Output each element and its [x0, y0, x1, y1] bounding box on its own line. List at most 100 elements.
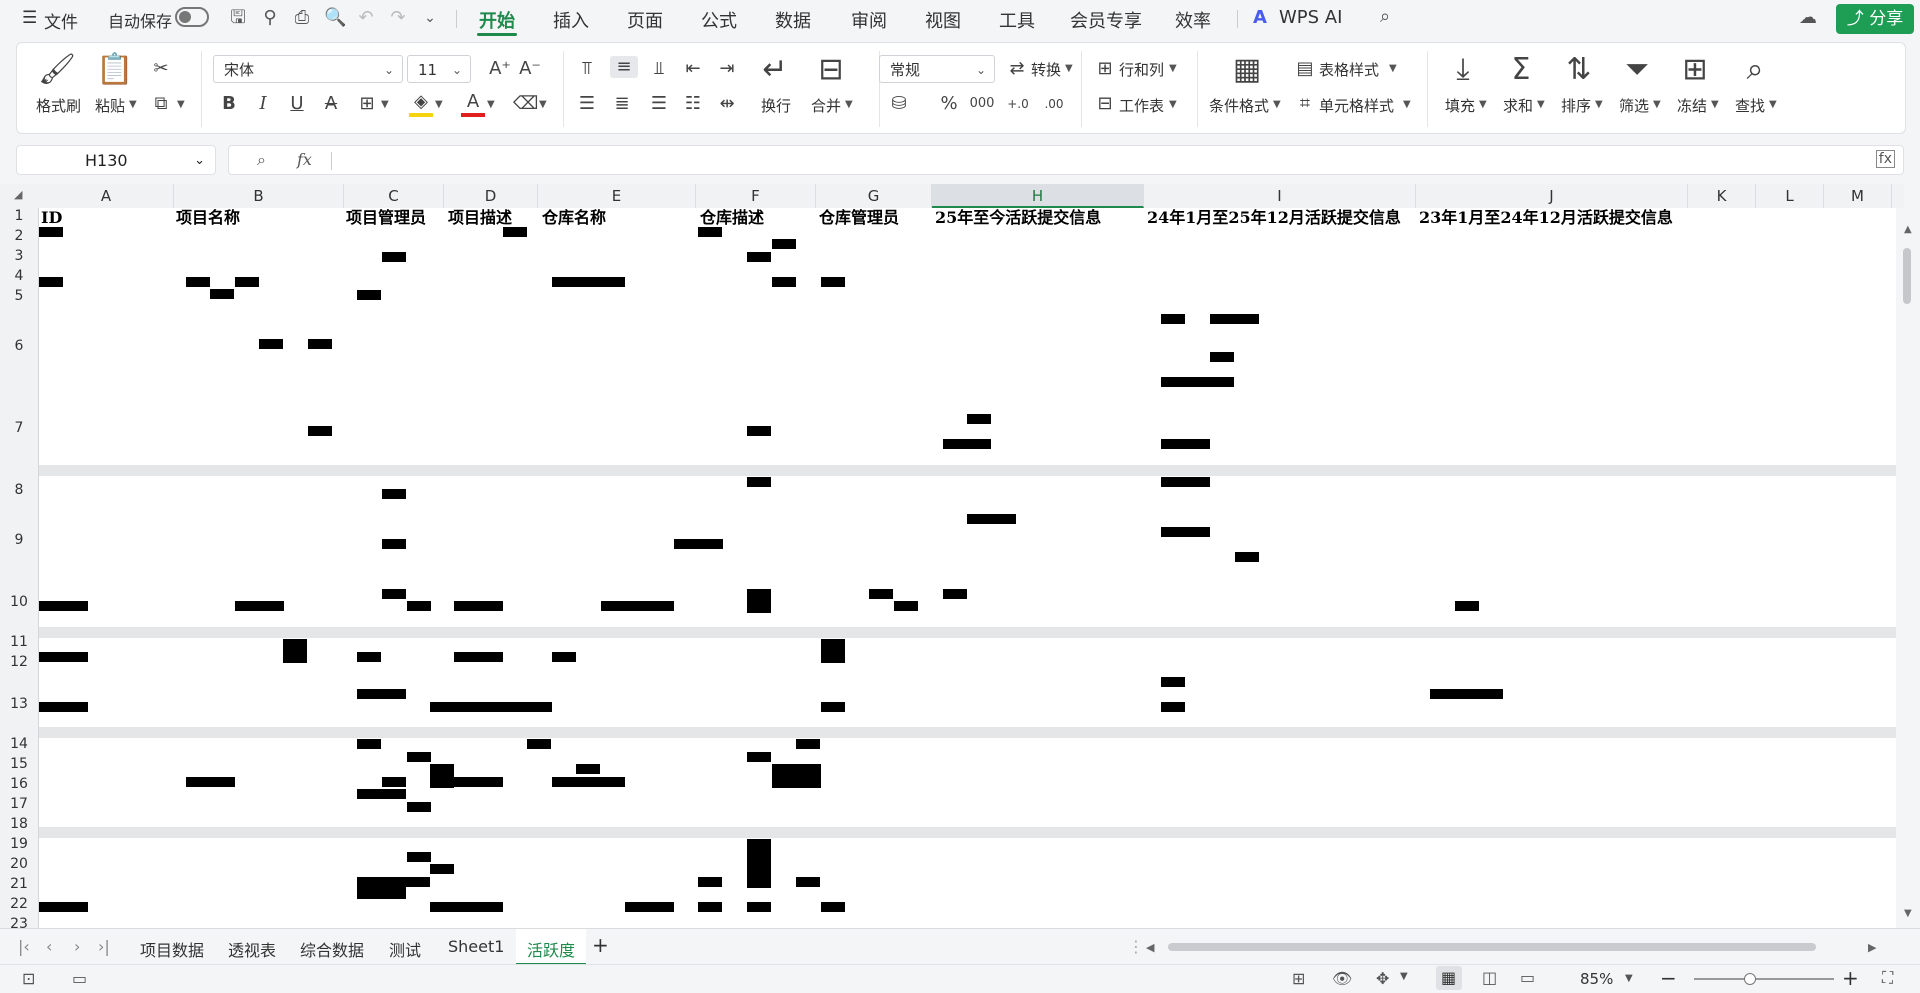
column-header-j[interactable]: J — [1416, 184, 1688, 208]
chevron-down-icon[interactable]: ▼ — [1711, 99, 1719, 110]
chevron-down-icon[interactable]: ▼ — [381, 99, 389, 110]
format-painter-label[interactable]: 格式刷 — [36, 95, 81, 116]
tab-review[interactable]: 审阅 — [851, 7, 887, 33]
conditional-format-icon[interactable]: ▦ — [1225, 53, 1269, 87]
row-header-7[interactable]: 7 — [0, 420, 38, 436]
page-layout-view-icon[interactable]: ▭ — [1520, 968, 1535, 987]
filter-button[interactable]: 筛选 — [1619, 95, 1649, 116]
row-header-18[interactable]: 18 — [0, 816, 38, 832]
column-header-g[interactable]: G — [816, 184, 932, 208]
zoom-slider-thumb[interactable] — [1744, 973, 1756, 985]
share-link-icon[interactable]: ⚲ — [260, 8, 280, 28]
align-bottom-icon[interactable]: ⫫ — [647, 58, 671, 80]
row-header-9[interactable]: 9 — [0, 532, 38, 548]
hamburger-icon[interactable]: ☰ — [22, 8, 37, 28]
chevron-down-icon[interactable]: ▼ — [1537, 99, 1545, 110]
scroll-left-icon[interactable]: ◀ — [1146, 941, 1154, 954]
tab-page[interactable]: 页面 — [627, 7, 663, 33]
sheet-tab-test[interactable]: 测试 — [389, 937, 421, 961]
sum-button[interactable]: 求和 — [1503, 95, 1533, 116]
column-header-k[interactable]: K — [1688, 184, 1756, 208]
last-sheet-icon[interactable]: ›| — [98, 937, 110, 956]
redo-icon[interactable]: ↷ — [388, 8, 408, 28]
font-color-icon[interactable]: A — [461, 91, 485, 117]
wrap-text-button[interactable]: 换行 — [761, 95, 791, 116]
prev-sheet-icon[interactable]: ‹ — [46, 937, 52, 956]
row-header-2[interactable]: 2 — [0, 228, 38, 244]
scroll-right-icon[interactable]: ▶ — [1868, 941, 1876, 954]
formula-bar[interactable]: ⌕ fx fx — [228, 145, 1904, 175]
worksheet-icon[interactable]: ⊟ — [1093, 93, 1117, 115]
chevron-down-icon[interactable]: ▼ — [1595, 99, 1603, 110]
fill-color-icon[interactable]: ◈ — [409, 91, 433, 117]
zoom-level[interactable]: 85% — [1580, 970, 1613, 988]
sum-icon[interactable]: Σ — [1499, 53, 1543, 87]
sort-icon[interactable]: ⇅ — [1557, 53, 1601, 87]
row-header-23[interactable]: 23 — [0, 916, 38, 928]
tab-efficiency[interactable]: 效率 — [1175, 7, 1211, 33]
chevron-down-icon[interactable]: ▼ — [1273, 99, 1281, 110]
column-header-e[interactable]: E — [538, 184, 696, 208]
currency-icon[interactable]: ⛁ — [887, 93, 911, 115]
undo-icon[interactable]: ↶ — [356, 8, 376, 28]
border-icon[interactable]: ⊞ — [355, 93, 379, 115]
chevron-down-icon[interactable]: ▼ — [1389, 63, 1397, 74]
row-header-13[interactable]: 13 — [0, 696, 38, 712]
align-center-icon[interactable]: ≣ — [610, 93, 634, 115]
horizontal-scroll-thumb[interactable] — [1168, 943, 1816, 951]
sheet-tab-project-data[interactable]: 项目数据 — [140, 937, 204, 961]
row-header-4[interactable]: 4 — [0, 268, 38, 284]
tab-member[interactable]: 会员专享 — [1070, 7, 1142, 33]
freeze-icon[interactable]: ⊞ — [1673, 53, 1717, 87]
row-header-5[interactable]: 5 — [0, 288, 38, 304]
increase-font-icon[interactable]: A⁺ — [487, 58, 513, 80]
justify-icon[interactable]: ☷ — [681, 93, 705, 115]
cell-style-button[interactable]: 单元格样式 — [1319, 95, 1394, 116]
align-right-icon[interactable]: ☰ — [647, 93, 671, 115]
scroll-down-icon[interactable]: ▼ — [1904, 908, 1912, 919]
table-style-icon[interactable]: ▤ — [1293, 58, 1317, 80]
column-header-m[interactable]: M — [1824, 184, 1892, 208]
row-header-21[interactable]: 21 — [0, 876, 38, 892]
cell-mode-icon[interactable]: ▭ — [72, 969, 87, 988]
column-header-l[interactable]: L — [1756, 184, 1824, 208]
sheet-tab-sheet1[interactable]: Sheet1 — [448, 937, 504, 956]
sheet-tab-combined[interactable]: 综合数据 — [300, 937, 364, 961]
fx-icon[interactable]: fx — [297, 150, 312, 169]
increase-decimal-icon[interactable]: +.0 — [1003, 93, 1033, 115]
file-menu[interactable]: 文件 — [44, 8, 78, 33]
tab-tools[interactable]: 工具 — [999, 7, 1035, 33]
header-cell-repo-admin[interactable]: 仓库管理员 — [819, 208, 899, 228]
expand-formula-icon[interactable]: fx — [1875, 150, 1895, 168]
increase-indent-icon[interactable]: ⇥ — [715, 58, 739, 80]
chevron-down-icon[interactable]: ▼ — [129, 99, 137, 110]
autosave-toggle[interactable] — [175, 7, 209, 27]
vertical-scrollbar[interactable]: ▲ ▼ — [1896, 208, 1920, 928]
header-cell-active-24-25[interactable]: 24年1月至25年12月活跃提交信息 — [1147, 208, 1401, 228]
freeze-button[interactable]: 冻结 — [1677, 95, 1707, 116]
font-size-select[interactable]: 11 ⌄ — [407, 55, 471, 83]
table-view-icon[interactable]: ⊞ — [1292, 969, 1305, 988]
tab-view[interactable]: 视图 — [925, 7, 961, 33]
add-sheet-icon[interactable]: + — [592, 933, 609, 957]
column-header-d[interactable]: D — [444, 184, 538, 208]
header-cell-active-25[interactable]: 25年至今活跃提交信息 — [935, 208, 1101, 228]
find-icon[interactable]: ⌕ — [1733, 53, 1777, 87]
cut-icon[interactable]: ✂ — [149, 58, 173, 80]
table-style-button[interactable]: 表格样式 — [1319, 59, 1379, 80]
sheet-grid[interactable]: ID 项目名称 项目管理员 项目描述 仓库名称 仓库描述 仓库管理员 25年至今… — [39, 208, 1896, 928]
zoom-slider-track[interactable] — [1694, 978, 1834, 980]
convert-button[interactable]: 转换 — [1031, 59, 1061, 80]
row-header-22[interactable]: 22 — [0, 896, 38, 912]
find-button[interactable]: 查找 — [1735, 95, 1765, 116]
header-cell-repo-desc[interactable]: 仓库描述 — [700, 208, 764, 228]
underline-icon[interactable]: U — [285, 93, 309, 115]
select-all-icon[interactable]: ◢ — [14, 188, 22, 201]
fill-button[interactable]: 填充 — [1445, 95, 1475, 116]
chevron-down-icon[interactable]: ▼ — [1169, 63, 1177, 74]
fill-icon[interactable]: ⤓ — [1441, 53, 1485, 87]
row-header-3[interactable]: 3 — [0, 248, 38, 264]
thousands-icon[interactable]: 000 — [969, 93, 995, 115]
merge-button[interactable]: 合并 — [811, 95, 841, 116]
row-header-12[interactable]: 12 — [0, 654, 38, 670]
